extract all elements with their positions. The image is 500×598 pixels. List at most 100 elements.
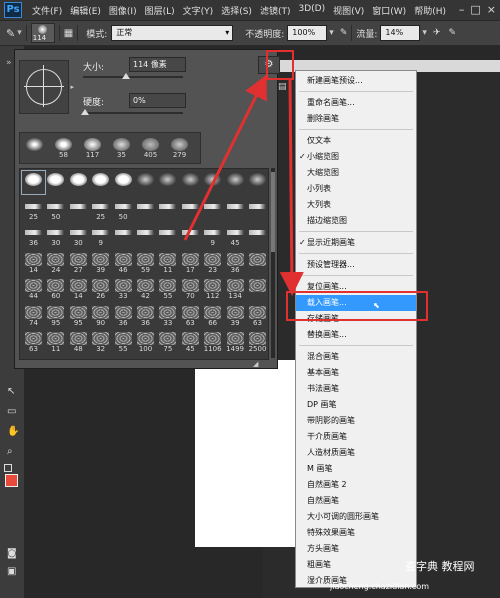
scrollbar-thumb[interactable] bbox=[271, 172, 275, 252]
menu-item[interactable]: 人造材质画笔 bbox=[296, 445, 416, 461]
brush-thumbnail[interactable]: 63 bbox=[22, 330, 45, 353]
close-icon[interactable]: × bbox=[487, 3, 496, 16]
brush-thumbnail[interactable]: 14 bbox=[67, 277, 90, 300]
hardness-input[interactable]: 0% bbox=[129, 93, 186, 108]
brush-thumbnail[interactable]: 50 bbox=[44, 198, 67, 221]
brush-thumbnail[interactable]: 25 bbox=[89, 198, 112, 221]
recent-brush[interactable]: 279 bbox=[168, 136, 191, 159]
brush-thumbnail[interactable]: 46 bbox=[112, 251, 135, 274]
menu-item[interactable]: 滤镜(T) bbox=[260, 4, 291, 17]
mode-select[interactable]: 正常 ▾ bbox=[111, 25, 234, 41]
recent-brush[interactable]: 405 bbox=[139, 136, 162, 159]
brush-thumbnail[interactable] bbox=[134, 198, 157, 221]
brush-thumbnail[interactable]: 95 bbox=[67, 304, 90, 327]
menu-item[interactable]: ✓ 显示近期画笔 bbox=[296, 235, 416, 251]
menu-item[interactable]: 大小可调的圆形画笔 bbox=[296, 509, 416, 525]
brush-thumbnail[interactable] bbox=[201, 171, 224, 194]
menu-item[interactable]: 粗画笔 bbox=[296, 557, 416, 573]
brush-thumbnail[interactable]: 100 bbox=[134, 330, 157, 353]
brush-thumbnail[interactable]: 134 bbox=[224, 277, 247, 300]
brush-thumbnail[interactable]: 24 bbox=[44, 251, 67, 274]
chevron-down-icon[interactable]: ▾ bbox=[17, 28, 22, 38]
brush-thumbnail[interactable]: 2500 bbox=[246, 330, 269, 353]
brush-thumbnail[interactable]: 25 bbox=[22, 198, 45, 221]
menu-item[interactable]: 选择(S) bbox=[221, 4, 252, 17]
chevron-down-icon[interactable]: ▾ bbox=[422, 28, 427, 38]
menu-item[interactable]: 文字(Y) bbox=[183, 4, 214, 17]
brush-thumbnail[interactable]: 63 bbox=[179, 304, 202, 327]
menu-item[interactable]: 自然画笔 bbox=[296, 493, 416, 509]
menu-item[interactable]: 图层(L) bbox=[145, 4, 175, 17]
rectangle-tool-icon[interactable]: ▭ bbox=[7, 406, 16, 417]
toggle-brush-panel-icon[interactable]: ▦ bbox=[64, 28, 73, 39]
flow-field[interactable]: 14% bbox=[380, 25, 421, 41]
menu-item[interactable]: 3D(D) bbox=[298, 4, 325, 17]
brush-thumbnail[interactable] bbox=[89, 171, 112, 194]
menu-item[interactable]: M 画笔 bbox=[296, 461, 416, 477]
brush-thumbnail[interactable]: 42 bbox=[134, 277, 157, 300]
move-tool-icon[interactable]: ↖ bbox=[7, 386, 15, 397]
menu-item[interactable]: ✓ 小缩览图 bbox=[296, 149, 416, 165]
menu-item[interactable]: 图像(I) bbox=[109, 4, 137, 17]
resize-grip-icon[interactable]: ◢ bbox=[253, 360, 258, 368]
brush-thumbnail[interactable] bbox=[224, 198, 247, 221]
menu-item[interactable]: 混合画笔 bbox=[296, 349, 416, 365]
brush-thumbnail[interactable]: 66 bbox=[201, 304, 224, 327]
brush-thumbnail[interactable]: 27 bbox=[67, 251, 90, 274]
brush-thumbnail[interactable] bbox=[112, 224, 135, 247]
menu-item[interactable]: 编辑(E) bbox=[70, 4, 101, 17]
brush-thumbnail[interactable]: 11 bbox=[156, 251, 179, 274]
size-input[interactable]: 114 像素 bbox=[129, 57, 186, 72]
brush-thumbnail[interactable] bbox=[21, 170, 46, 195]
menu-item[interactable]: 自然画笔 2 bbox=[296, 477, 416, 493]
hand-tool-icon[interactable]: ✋ bbox=[7, 426, 19, 437]
zoom-tool-icon[interactable]: ⌕ bbox=[7, 446, 13, 457]
brush-thumbnail[interactable] bbox=[112, 171, 135, 194]
menu-item[interactable]: 重命名画笔... bbox=[296, 95, 416, 111]
brush-thumbnail[interactable]: 44 bbox=[22, 277, 45, 300]
brush-thumbnail[interactable]: 30 bbox=[67, 224, 90, 247]
brush-thumbnail[interactable]: 30 bbox=[44, 224, 67, 247]
menu-item[interactable]: 基本画笔 bbox=[296, 365, 416, 381]
menu-item[interactable]: 大缩览图 bbox=[296, 165, 416, 181]
brush-thumbnail[interactable]: 45 bbox=[179, 330, 202, 353]
menu-item[interactable]: DP 画笔 bbox=[296, 397, 416, 413]
brush-thumbnail[interactable] bbox=[246, 198, 269, 221]
menu-item[interactable]: 干介质画笔 bbox=[296, 429, 416, 445]
brush-thumbnail[interactable]: 39 bbox=[89, 251, 112, 274]
brush-thumbnail[interactable]: 95 bbox=[44, 304, 67, 327]
menu-item[interactable]: 帮助(H) bbox=[414, 4, 446, 17]
collapse-icon[interactable]: » bbox=[6, 58, 12, 68]
brush-thumbnail[interactable]: 36 bbox=[112, 304, 135, 327]
menu-item[interactable]: 视图(V) bbox=[333, 4, 364, 17]
brush-thumbnail[interactable] bbox=[156, 224, 179, 247]
brush-thumbnail[interactable]: 112 bbox=[201, 277, 224, 300]
brush-thumbnail[interactable] bbox=[224, 171, 247, 194]
menu-item[interactable]: 小列表 bbox=[296, 181, 416, 197]
brush-thumbnail[interactable]: 36 bbox=[224, 251, 247, 274]
new-preset-icon[interactable]: ▤ bbox=[278, 82, 287, 92]
brush-thumbnail[interactable]: 59 bbox=[134, 251, 157, 274]
brush-thumbnail[interactable] bbox=[156, 198, 179, 221]
size-slider[interactable] bbox=[83, 76, 183, 78]
brush-thumbnail[interactable]: 75 bbox=[156, 330, 179, 353]
minimize-icon[interactable]: – bbox=[459, 3, 465, 16]
brush-thumbnail[interactable]: 63 bbox=[246, 304, 269, 327]
maximize-icon[interactable]: □ bbox=[470, 3, 480, 16]
menu-item[interactable]: 文件(F) bbox=[32, 4, 62, 17]
brush-thumbnail[interactable] bbox=[246, 277, 269, 300]
size-slider-handle[interactable] bbox=[122, 73, 130, 79]
recent-brush[interactable]: 35 bbox=[110, 136, 133, 159]
brush-thumbnail[interactable] bbox=[44, 171, 67, 194]
pressure-size-icon[interactable]: ✎ bbox=[449, 28, 457, 38]
brush-thumbnail[interactable] bbox=[179, 171, 202, 194]
brush-thumbnail[interactable]: 45 bbox=[224, 224, 247, 247]
menu-item[interactable]: 删除画笔 bbox=[296, 111, 416, 127]
brush-thumbnail[interactable]: 11 bbox=[44, 330, 67, 353]
menu-item[interactable]: 方头画笔 bbox=[296, 541, 416, 557]
brush-thumbnail[interactable]: 14 bbox=[22, 251, 45, 274]
brush-thumbnail[interactable]: 1499 bbox=[224, 330, 247, 353]
brush-thumbnail[interactable] bbox=[179, 224, 202, 247]
menu-item[interactable]: 仅文本 bbox=[296, 133, 416, 149]
brush-thumbnail[interactable]: 39 bbox=[224, 304, 247, 327]
